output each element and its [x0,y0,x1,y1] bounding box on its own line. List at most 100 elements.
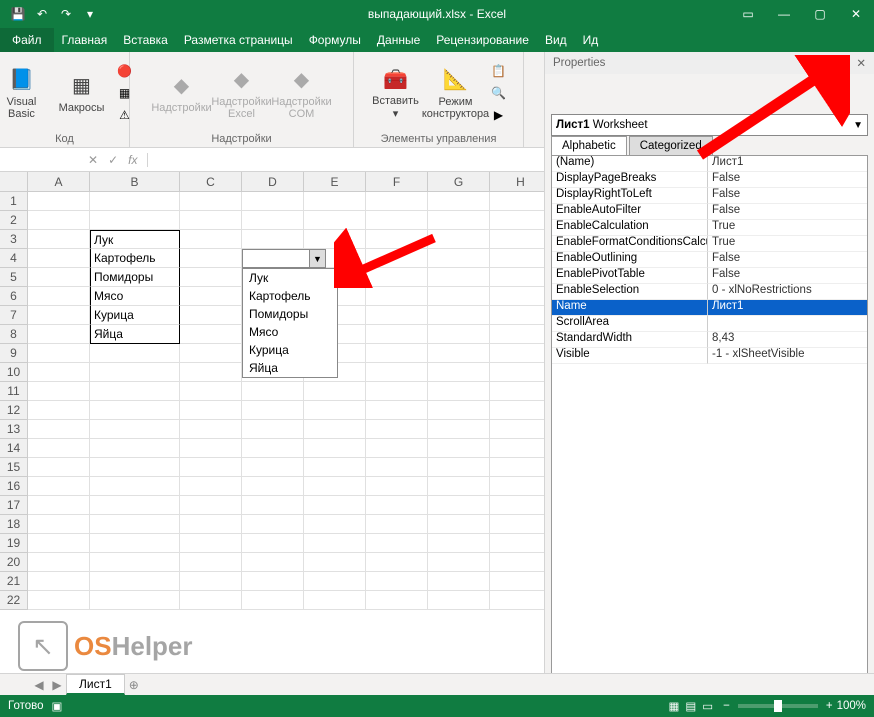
cell[interactable] [304,211,366,230]
row-header[interactable]: 19 [0,534,28,553]
cell[interactable] [242,553,304,572]
cell[interactable] [428,401,490,420]
cell[interactable] [490,306,552,325]
cell[interactable]: Мясо [90,287,180,306]
dropdown-item[interactable]: Яйца [243,359,337,377]
close-properties-icon[interactable]: ✕ [856,56,866,70]
cell[interactable] [304,591,366,610]
cell[interactable] [366,363,428,382]
cell[interactable] [180,591,242,610]
cell[interactable] [366,439,428,458]
addins-com-button[interactable]: ◆Надстройки COM [275,66,329,120]
property-row[interactable]: (Name)Лист1 [552,156,867,172]
property-row[interactable]: StandardWidth8,43 [552,332,867,348]
col-header[interactable]: E [304,172,366,192]
record-macro-status-icon[interactable]: ▣ [52,699,63,713]
col-header[interactable]: H [490,172,552,192]
cell[interactable] [242,420,304,439]
cell[interactable] [28,477,90,496]
cell[interactable] [428,287,490,306]
cell[interactable] [28,325,90,344]
tab-alphabetic[interactable]: Alphabetic [551,136,627,155]
cell[interactable] [242,515,304,534]
property-row[interactable]: EnableAutoFilterFalse [552,204,867,220]
cell[interactable] [366,192,428,211]
cell[interactable] [180,572,242,591]
cell[interactable] [490,496,552,515]
cell[interactable] [490,325,552,344]
tab-formulas[interactable]: Формулы [301,28,369,52]
cell[interactable] [28,401,90,420]
cell[interactable] [180,268,242,287]
cell[interactable] [428,458,490,477]
cell[interactable] [428,477,490,496]
property-value[interactable]: Лист1 [708,300,867,316]
cell[interactable] [180,363,242,382]
cell[interactable] [366,325,428,344]
properties-icon[interactable]: 📋 [489,61,509,81]
cell[interactable] [490,211,552,230]
cell[interactable] [180,401,242,420]
cell[interactable] [428,496,490,515]
property-value[interactable]: False [708,252,867,268]
property-row[interactable]: NameЛист1 [552,300,867,316]
row-header[interactable]: 8 [0,325,28,344]
property-value[interactable]: Лист1 [708,156,867,172]
cell[interactable] [366,268,428,287]
cell[interactable] [490,249,552,268]
cell[interactable] [428,344,490,363]
col-header[interactable]: F [366,172,428,192]
property-row[interactable]: EnablePivotTableFalse [552,268,867,284]
cell[interactable] [180,420,242,439]
cell[interactable] [490,192,552,211]
minimize-icon[interactable]: — [766,0,802,28]
cell[interactable] [366,496,428,515]
cell[interactable] [366,420,428,439]
row-header[interactable]: 7 [0,306,28,325]
cell[interactable] [90,477,180,496]
cell[interactable] [90,420,180,439]
zoom-slider[interactable] [738,704,818,708]
cell[interactable] [90,382,180,401]
cell[interactable] [90,553,180,572]
cell[interactable] [180,211,242,230]
cell[interactable] [304,477,366,496]
cell[interactable] [28,287,90,306]
row-header[interactable]: 6 [0,287,28,306]
cell[interactable] [304,534,366,553]
cell[interactable] [28,591,90,610]
cell[interactable] [90,572,180,591]
zoom-out-icon[interactable]: − [723,700,730,712]
view-normal-icon[interactable]: ▦ [669,699,680,713]
select-all-corner[interactable] [0,172,28,192]
cell[interactable] [366,306,428,325]
view-page-break-icon[interactable]: ▭ [702,699,713,713]
cell[interactable] [28,192,90,211]
cell[interactable] [304,553,366,572]
addins-excel-button[interactable]: ◆Надстройки Excel [215,66,269,120]
cell[interactable] [242,401,304,420]
redo-icon[interactable]: ↷ [58,6,74,22]
cell[interactable] [180,515,242,534]
cell[interactable] [366,591,428,610]
col-header[interactable]: G [428,172,490,192]
cell[interactable]: Помидоры [90,268,180,287]
add-sheet-icon[interactable]: ⊕ [125,678,143,692]
property-value[interactable]: False [708,204,867,220]
cell[interactable] [490,477,552,496]
cell[interactable] [28,363,90,382]
cell[interactable] [366,344,428,363]
cell[interactable] [304,439,366,458]
row-header[interactable]: 15 [0,458,28,477]
cell[interactable] [90,211,180,230]
cell[interactable] [428,325,490,344]
cell[interactable] [428,306,490,325]
row-header[interactable]: 1 [0,192,28,211]
property-value[interactable]: False [708,268,867,284]
cell[interactable] [304,572,366,591]
cell[interactable] [490,268,552,287]
fx-icon[interactable]: fx [128,153,137,167]
cell[interactable] [490,382,552,401]
property-row[interactable]: EnableSelection0 - xlNoRestrictions [552,284,867,300]
cell[interactable] [428,439,490,458]
